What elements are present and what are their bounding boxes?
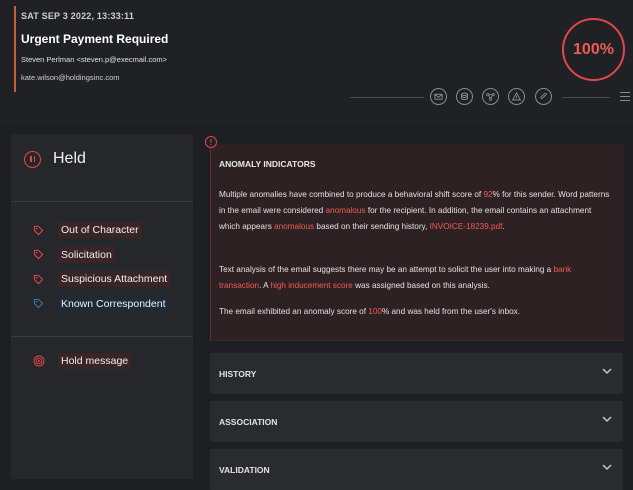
envelope-icon[interactable]	[430, 88, 447, 105]
tag-icon	[33, 225, 44, 236]
email-header: SAT SEP 3 2022, 13:33:11 Urgent Payment …	[0, 0, 633, 126]
validation-section[interactable]: VALIDATION	[210, 449, 623, 490]
tag-solicitation[interactable]: Solicitation	[33, 243, 170, 268]
section-label: VALIDATION	[219, 465, 270, 475]
attachment-link[interactable]: INVOICE-18239.pdf	[430, 222, 503, 231]
paragraph-text: % and was held from the user's inbox.	[381, 307, 521, 316]
anomalous-highlight: anomalous	[325, 206, 366, 215]
status-indicator: Held	[24, 150, 86, 168]
tag-icon	[33, 250, 44, 260]
hold-message-action[interactable]: Hold message	[33, 353, 132, 369]
paragraph-text: The email exhibited an anomaly score of	[219, 307, 369, 316]
tag-list: Out of Character Solicitation Suspicious…	[33, 218, 171, 317]
menu-icon[interactable]	[620, 92, 630, 102]
anomaly-paragraph-1: Multiple anomalies have combined to prod…	[219, 187, 614, 235]
email-date: SAT SEP 3 2022, 13:33:11	[21, 11, 135, 21]
paragraph-text: . A	[259, 281, 271, 290]
anomaly-paragraph-2: Text analysis of the email suggests ther…	[219, 262, 614, 294]
network-icon[interactable]	[482, 88, 499, 105]
chevron-down-icon[interactable]	[601, 413, 613, 425]
tag-icon	[33, 274, 44, 285]
warning-icon[interactable]	[508, 88, 525, 105]
anomaly-score-badge: 100%	[562, 18, 625, 81]
anomaly-score-value: 100	[368, 307, 382, 316]
tag-icon	[33, 299, 44, 309]
paragraph-text: Text analysis of the email suggests ther…	[219, 265, 554, 274]
email-subject: Urgent Payment Required	[21, 32, 169, 46]
tag-label: Out of Character	[58, 222, 142, 239]
history-section[interactable]: HISTORY	[210, 353, 623, 394]
section-label: ASSOCIATION	[219, 417, 278, 427]
chevron-down-icon[interactable]	[601, 461, 613, 473]
tag-label: Solicitation	[58, 246, 115, 263]
tag-out-of-character[interactable]: Out of Character	[33, 218, 170, 243]
tag-label: Suspicious Attachment	[58, 271, 171, 288]
anomaly-title: ANOMALY INDICATORS	[219, 159, 316, 169]
email-sender: Steven Perlman <steven.p@execmail.com>	[21, 55, 168, 64]
shift-score-value: 92	[483, 190, 493, 199]
anomalous-highlight: anomalous	[274, 222, 315, 231]
inducement-score-highlight: high inducement score	[270, 281, 353, 290]
paragraph-text: Multiple anomalies have combined to prod…	[219, 190, 484, 199]
status-label: Held	[53, 150, 86, 167]
paragraph-text: based on their sending history,	[314, 222, 430, 231]
panel-divider	[11, 201, 193, 202]
target-icon	[33, 355, 45, 367]
paperclip-icon[interactable]	[535, 88, 552, 105]
header-divider	[350, 97, 424, 98]
header-divider	[562, 97, 610, 98]
paragraph-text: was assigned based on this analysis.	[352, 281, 490, 290]
chevron-down-icon[interactable]	[601, 365, 613, 377]
pause-icon	[24, 150, 41, 168]
header-accent-bar	[14, 6, 16, 92]
tag-known-correspondent[interactable]: Known Correspondent	[33, 292, 170, 317]
section-label: HISTORY	[219, 369, 257, 379]
association-section[interactable]: ASSOCIATION	[210, 401, 623, 442]
hold-message-label: Hold message	[58, 353, 132, 369]
tag-label: Known Correspondent	[58, 295, 169, 312]
email-recipient: kate.wilson@holdingsinc.com	[21, 73, 120, 82]
tag-suspicious-attachment[interactable]: Suspicious Attachment	[33, 267, 171, 292]
alert-icon: !	[205, 136, 217, 148]
anomaly-paragraph-3: The email exhibited an anomaly score of …	[219, 304, 614, 320]
panel-divider	[11, 336, 193, 337]
database-icon[interactable]	[456, 88, 473, 105]
paragraph-text: .	[502, 222, 505, 231]
